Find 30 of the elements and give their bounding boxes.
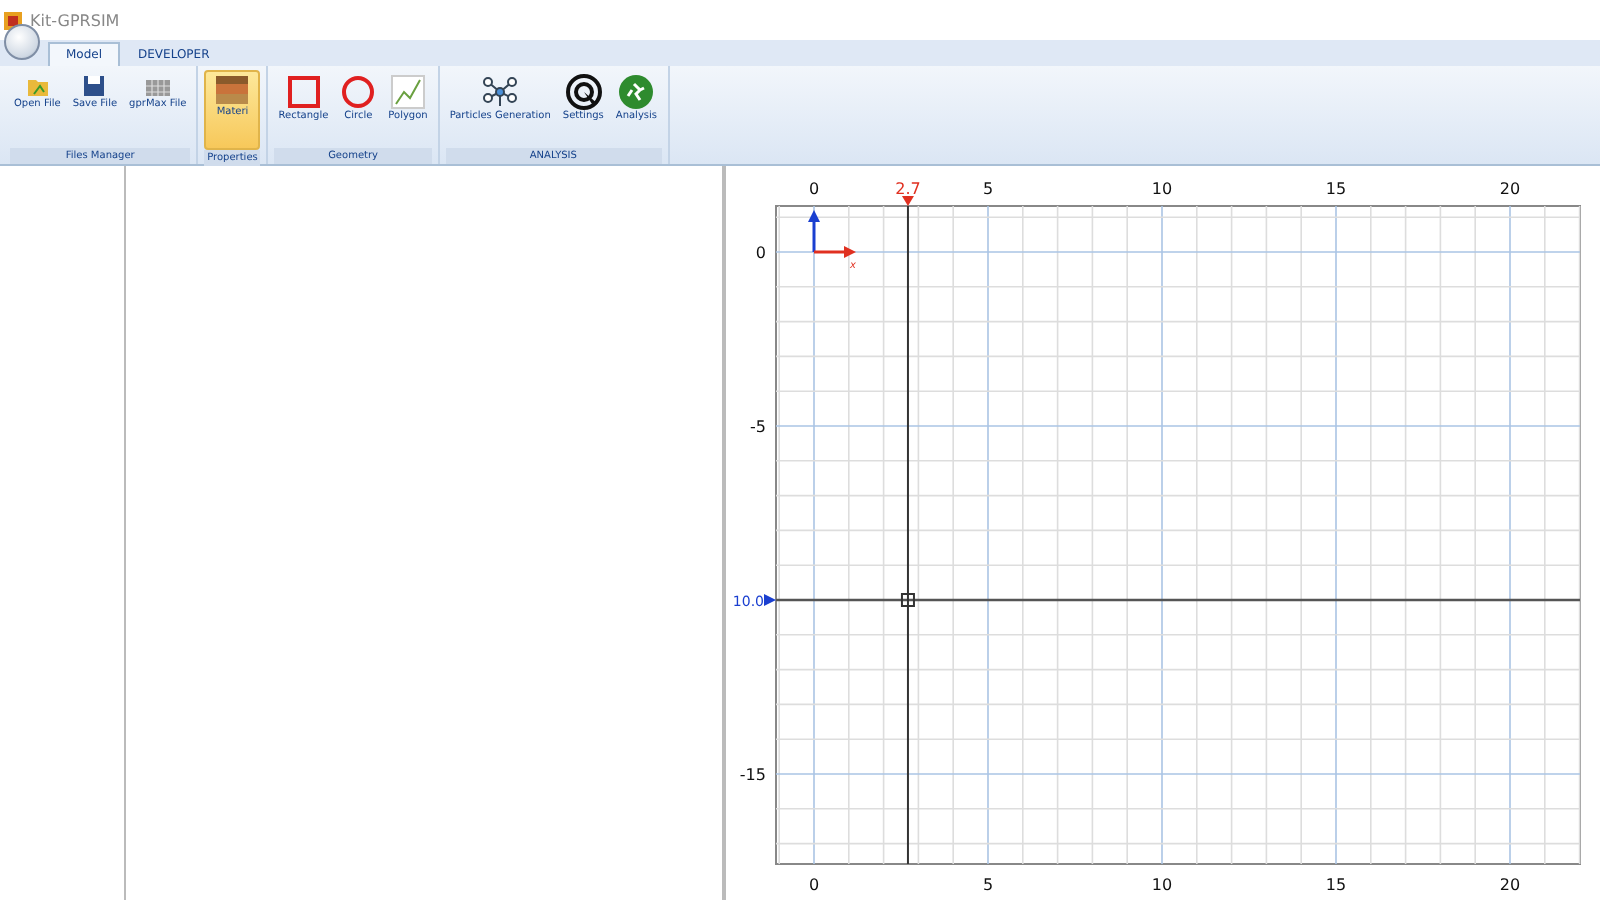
- x-tick-label: 0: [808, 180, 820, 198]
- folder-icon: [25, 74, 50, 98]
- app-icon: [4, 11, 22, 29]
- x-tick-label: 15: [1325, 180, 1347, 198]
- soil-layers-icon: [214, 74, 251, 106]
- target-cursor-icon: [565, 74, 602, 110]
- x-tick-label: 20: [1499, 876, 1521, 894]
- x-tick-label: 15: [1325, 876, 1347, 894]
- snap-marker: [900, 593, 915, 607]
- runner-icon: [618, 74, 655, 110]
- save-icon: [82, 74, 107, 98]
- x-tick-label: 5: [982, 180, 994, 198]
- network-icon: [482, 74, 519, 110]
- y-tick-label: -15: [739, 766, 766, 784]
- rectangle-icon: [285, 74, 322, 110]
- x-tick-label: 10: [1151, 876, 1173, 894]
- circle-icon: [340, 74, 377, 110]
- x-tick-label: 0: [808, 876, 820, 894]
- grid-file-icon: [143, 74, 172, 98]
- cursor-x-label: 2.7: [895, 180, 921, 198]
- window-title: Kit-GPRSIM: [30, 11, 120, 29]
- x-tick-label: 5: [982, 876, 994, 894]
- y-tick-label: 0: [755, 244, 766, 262]
- polygon-icon: [390, 74, 426, 110]
- cursor-y-marker: [764, 594, 776, 606]
- x-tick-label: 20: [1499, 180, 1521, 198]
- x-tick-label: 10: [1151, 180, 1173, 198]
- y-tick-label: -5: [750, 418, 766, 436]
- axis-arrows-drawing: [808, 210, 856, 258]
- application-menu-button[interactable]: [4, 24, 40, 60]
